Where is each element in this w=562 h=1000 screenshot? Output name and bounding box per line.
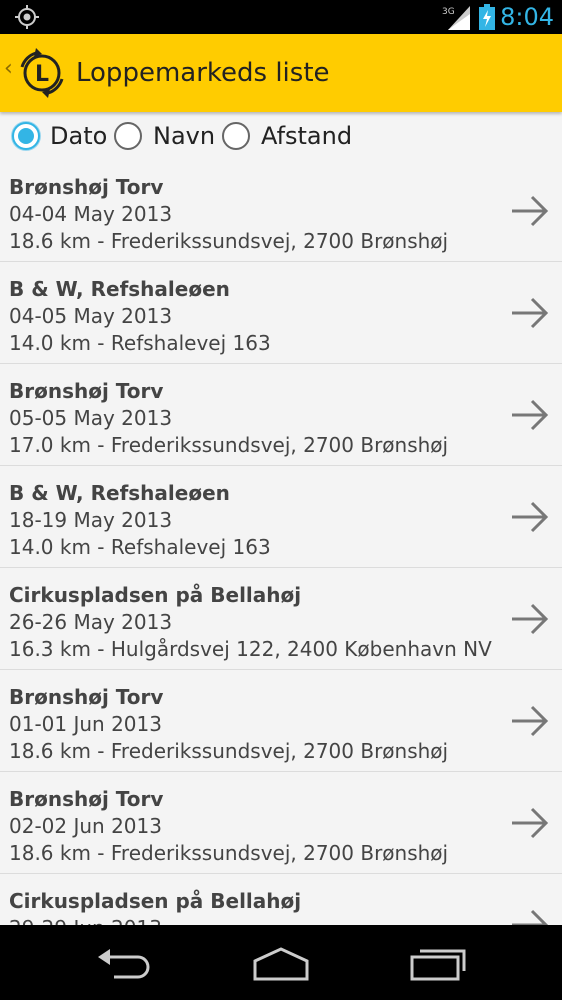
sort-label-dato[interactable]: Dato <box>50 121 107 151</box>
sort-radio-afstand[interactable] <box>222 122 250 150</box>
market-name: Brønshøj Torv <box>9 787 164 811</box>
back-icon[interactable] <box>94 943 154 983</box>
market-address: 14.0 km - Refshalevej 163 <box>9 331 271 355</box>
action-bar: ‹ L Loppemarkeds liste <box>0 34 562 112</box>
arrow-right-icon[interactable] <box>510 908 550 925</box>
arrow-right-icon[interactable] <box>510 602 550 636</box>
market-name: Cirkuspladsen på Bellahøj <box>9 889 302 913</box>
market-date: 04-05 May 2013 <box>9 304 173 328</box>
market-date: 05-05 May 2013 <box>9 406 173 430</box>
market-name: Brønshøj Torv <box>9 379 164 403</box>
network-type-label: 3G <box>442 7 455 17</box>
arrow-right-icon[interactable] <box>510 806 550 840</box>
app-logo-letter: L <box>35 62 49 87</box>
market-address: 18.6 km - Frederikssundsvej, 2700 Brønsh… <box>9 841 449 865</box>
arrow-right-icon[interactable] <box>510 500 550 534</box>
list-item[interactable]: Cirkuspladsen på Bellahøj 26-26 May 2013… <box>0 568 562 670</box>
market-name: Brønshøj Torv <box>9 175 164 199</box>
signal-icon: 3G <box>442 6 470 30</box>
market-date: 26-26 May 2013 <box>9 610 173 634</box>
list-item[interactable]: Brønshøj Torv 02-02 Jun 2013 18.6 km - F… <box>0 772 562 874</box>
market-date: 02-02 Jun 2013 <box>9 814 162 838</box>
sort-label-navn[interactable]: Navn <box>153 121 215 151</box>
clock: 8:04 <box>500 3 554 31</box>
list-item[interactable]: B & W, Refshaleøen 04-05 May 2013 14.0 k… <box>0 262 562 364</box>
sort-radio-dato[interactable] <box>12 122 40 150</box>
up-caret-icon[interactable]: ‹ <box>4 56 13 81</box>
market-name: Brønshøj Torv <box>9 685 164 709</box>
market-date: 18-19 May 2013 <box>9 508 173 532</box>
market-date: 01-01 Jun 2013 <box>9 712 162 736</box>
arrow-right-icon[interactable] <box>510 398 550 432</box>
list-item[interactable]: Brønshøj Torv 04-04 May 2013 18.6 km - F… <box>0 160 562 262</box>
list-item[interactable]: Cirkuspladsen på Bellahøj 29-29 Jun 2013 <box>0 874 562 925</box>
market-address: 14.0 km - Refshalevej 163 <box>9 535 271 559</box>
home-icon[interactable] <box>251 943 311 983</box>
arrow-right-icon[interactable] <box>510 704 550 738</box>
battery-icon <box>479 4 495 30</box>
list-item[interactable]: Brønshøj Torv 01-01 Jun 2013 18.6 km - F… <box>0 670 562 772</box>
market-address: 18.6 km - Frederikssundsvej, 2700 Brønsh… <box>9 229 449 253</box>
market-name: B & W, Refshaleøen <box>9 277 230 301</box>
market-name: B & W, Refshaleøen <box>9 481 230 505</box>
arrow-right-icon[interactable] <box>510 296 550 330</box>
recent-apps-icon[interactable] <box>408 943 468 983</box>
market-address: 16.3 km - Hulgårdsvej 122, 2400 Københav… <box>9 637 492 661</box>
sort-options: Dato Navn Afstand <box>0 114 562 158</box>
page-title: Loppemarkeds liste <box>76 58 330 88</box>
market-address: 18.6 km - Frederikssundsvej, 2700 Brønsh… <box>9 739 449 763</box>
arrow-right-icon[interactable] <box>510 194 550 228</box>
sort-label-afstand[interactable]: Afstand <box>261 121 352 151</box>
list-item[interactable]: B & W, Refshaleøen 18-19 May 2013 14.0 k… <box>0 466 562 568</box>
sort-radio-navn[interactable] <box>114 122 142 150</box>
list-item[interactable]: Brønshøj Torv 05-05 May 2013 17.0 km - F… <box>0 364 562 466</box>
market-list[interactable]: Brønshøj Torv 04-04 May 2013 18.6 km - F… <box>0 160 562 925</box>
navigation-bar <box>0 925 562 1000</box>
status-bar: 3G 8:04 <box>0 0 562 34</box>
market-date: 29-29 Jun 2013 <box>9 915 162 925</box>
market-name: Cirkuspladsen på Bellahøj <box>9 583 302 607</box>
gps-icon <box>15 5 39 29</box>
market-date: 04-04 May 2013 <box>9 202 173 226</box>
market-address: 17.0 km - Frederikssundsvej, 2700 Brønsh… <box>9 433 449 457</box>
app-logo-icon[interactable]: L <box>16 47 68 99</box>
